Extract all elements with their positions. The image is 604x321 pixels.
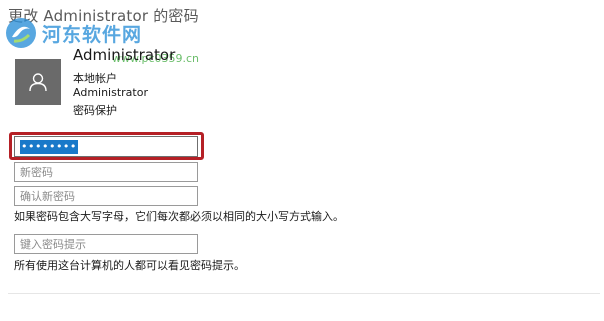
password-hint-field[interactable]: 键入密码提示	[14, 234, 198, 254]
account-protection-status: 密码保护	[73, 104, 117, 117]
page-title: 更改 Administrator 的密码	[8, 7, 199, 25]
avatar	[15, 59, 61, 105]
account-display-name: Administrator	[73, 46, 176, 64]
case-sensitivity-note: 如果密码包含大写字母，它们每次都必须以相同的大小写方式输入。	[14, 210, 344, 223]
hint-visibility-note: 所有使用这台计算机的人都可以看见密码提示。	[14, 259, 245, 272]
change-password-page: 更改 Administrator 的密码 河东软件网 www.pc0359.cn…	[0, 0, 604, 321]
account-type: 本地帐户	[73, 72, 117, 85]
user-icon	[29, 73, 47, 92]
new-password-field[interactable]: 新密码	[14, 162, 198, 182]
account-username: Administrator	[73, 86, 148, 99]
current-password-field[interactable]: ••••••••	[14, 136, 198, 157]
current-password-value: ••••••••	[20, 139, 78, 154]
confirm-password-placeholder: 确认新密码	[20, 190, 75, 203]
new-password-placeholder: 新密码	[20, 166, 53, 179]
confirm-password-field[interactable]: 确认新密码	[14, 186, 198, 206]
divider	[8, 293, 600, 294]
password-hint-placeholder: 键入密码提示	[20, 238, 86, 251]
